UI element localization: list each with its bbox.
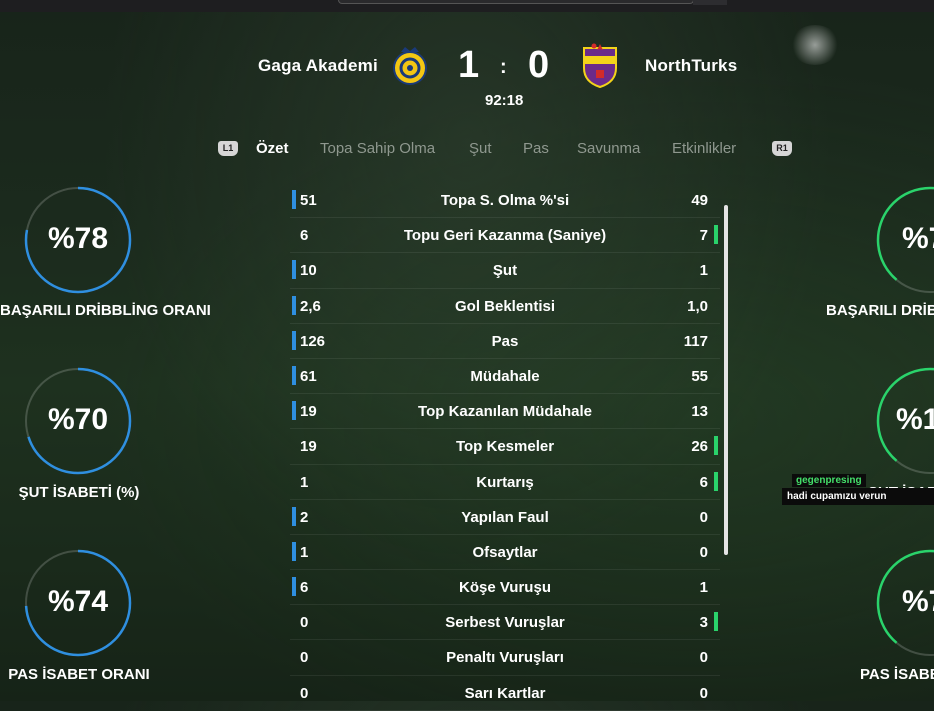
address-field[interactable] [338,0,694,4]
stat-away-value: 55 [691,367,708,385]
stat-name: Serbest Vuruşlar [445,614,565,632]
home-pass-accuracy-value: %74 [47,585,109,618]
tab-events[interactable]: Etkinlikler [672,140,736,157]
tab-possession[interactable]: Topa Sahip Olma [320,140,435,157]
stat-away-value: 0 [699,649,708,667]
stat-away-value: 1 [699,262,708,280]
stat-name: Topu Geri Kazanma (Saniye) [403,227,607,245]
tab-summary[interactable]: Özet [256,140,289,157]
stat-away-value: 117 [683,332,708,350]
stat-name: Köşe Vuruşu [459,579,551,597]
home-dribble-value: %78 [47,222,109,255]
stats-scrollbar[interactable] [724,205,728,555]
stat-away-value: 1 [699,579,708,597]
stat-row: 2,6 Gol Beklentisi 1,0 [290,289,720,324]
browser-top-bar [0,0,934,12]
stat-away-value: 13 [691,403,708,421]
away-score: 0 [528,44,550,86]
stat-row: 10 Şut 1 [290,253,720,289]
tab-passing[interactable]: Pas [523,140,549,157]
home-shot-accuracy-label: ŞUT İSABETİ (%) [18,484,140,501]
away-crest-icon [583,43,617,88]
stat-name: Kurtarış [476,473,534,491]
stat-row: 1 Ofsaytlar 0 [290,535,720,571]
stat-name: Ofsaytlar [472,543,538,561]
home-shot-accuracy-value: %70 [47,403,109,436]
home-dribble-label: BAŞARILI DRİBBLİNG ORANI [0,302,211,319]
stat-away-value: 6 [699,473,708,491]
away-pass-accuracy-value: %7 [902,585,934,618]
away-pass-accuracy-label: PAS İSABE [860,666,934,683]
away-lead-bar [714,612,718,632]
stat-name: Sarı Kartlar [464,684,546,702]
chat-username: gegenpresing [792,474,866,487]
tab-shots[interactable]: Şut [469,140,492,157]
stat-name: Penaltı Vuruşları [446,649,564,667]
away-team-name: NorthTurks [645,56,738,75]
stat-name: Şut [492,262,518,280]
stat-row: 6 Topu Geri Kazanma (Saniye) 7 [290,218,720,254]
stat-away-value: 0 [699,508,708,526]
stat-name: Topa S. Olma %'si [440,192,570,209]
stat-away-value: 0 [699,543,708,561]
stats-tab-bar: L1 Özet Topa Sahip Olma Şut Pas Savunma … [0,140,934,162]
stat-away-value: 49 [691,192,708,209]
tab-defending[interactable]: Savunma [577,140,640,157]
top-bar-button[interactable] [693,0,727,5]
home-score: 1 [458,44,480,86]
away-lead-bar [714,225,718,245]
l1-button-icon[interactable]: L1 [218,141,238,156]
stat-name: Müdahale [470,367,540,385]
stat-row: 126 Pas 117 [290,324,720,359]
stat-away-value: 1,0 [687,297,708,315]
stat-away-value: 0 [699,684,708,702]
stat-away-value: 7 [699,227,708,245]
stat-away-value: 3 [699,614,708,632]
stat-row: 0 Serbest Vuruşlar 3 [290,605,720,641]
away-dribble-value: %7 [902,222,934,255]
r1-button-icon[interactable]: R1 [772,141,792,156]
stat-name: Yapılan Faul [461,508,549,526]
stat-row: 1 Kurtarış 6 [290,465,720,500]
stat-row: 19 Top Kesmeler 26 [290,429,720,465]
home-pass-accuracy-label: PAS İSABET ORANI [8,666,150,683]
score-separator: : [500,56,507,78]
away-lead-bar [714,471,718,491]
stat-row: 51 Topa S. Olma %'si 49 [290,183,720,219]
home-crest-icon [393,47,427,85]
stat-name: Top Kazanılan Müdahale [418,403,592,421]
away-shot-accuracy-value: %1( [896,403,934,436]
home-team-name: Gaga Akademi [258,56,378,75]
chat-message: hadi cupamızu verun [782,488,934,505]
stat-name: Top Kesmeler [455,438,555,456]
stat-row: 19 Top Kazanılan Müdahale 13 [290,394,720,430]
stat-row: 2 Yapılan Faul 0 [290,500,720,535]
away-lead-bar [714,436,718,456]
match-clock: 92:18 [485,92,524,109]
stat-row: 0 Penaltı Vuruşları 0 [290,640,720,676]
stat-name: Gol Beklentisi [454,297,556,315]
match-stats-table: 51 Topa S. Olma %'si 49 6 Topu Geri Kazanma … [290,183,720,711]
stat-row: 6 Köşe Vuruşu 1 [290,570,720,606]
stat-away-value: 26 [691,438,708,456]
stat-name: Pas [491,332,519,350]
stat-row: 61 Müdahale 55 [290,359,720,395]
away-dribble-label: BAŞARILI DRİB [826,302,934,319]
right-gauges: %7 BAŞARILI DRİB %1( ŞUT İSABE %7 PAS İS… [800,0,934,701]
stat-row: 0 Sarı Kartlar 0 [290,676,720,711]
